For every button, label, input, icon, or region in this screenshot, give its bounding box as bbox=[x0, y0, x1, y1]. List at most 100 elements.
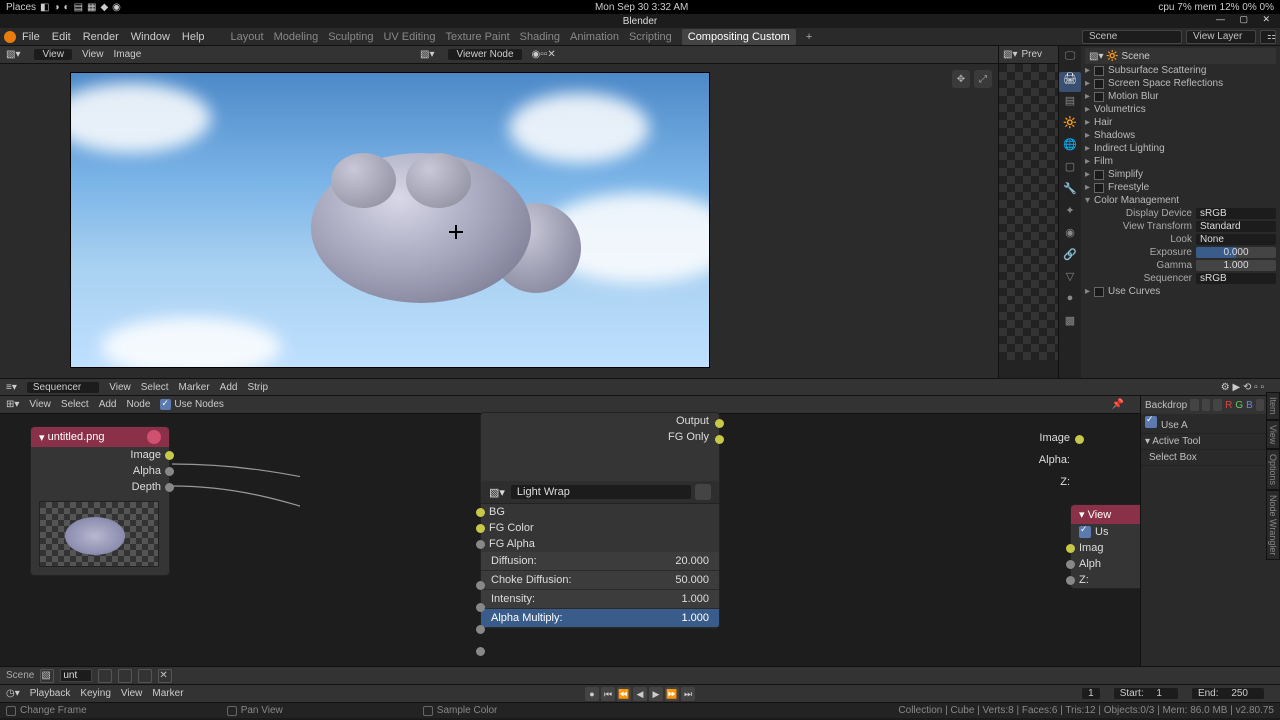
tab-physics-icon[interactable]: ◉ bbox=[1059, 226, 1081, 246]
tab-constraint-icon[interactable]: 🔗 bbox=[1059, 248, 1081, 268]
scene-shield-icon[interactable] bbox=[98, 669, 112, 683]
nc-view[interactable]: View bbox=[29, 399, 51, 410]
image-viewport[interactable]: ✥ ⤢ bbox=[0, 64, 998, 378]
scene-name-input[interactable] bbox=[60, 669, 92, 682]
seq-strip[interactable]: Strip bbox=[247, 382, 268, 393]
node-editor[interactable]: ⊞▾ View Select Add Node Use Nodes 📌 ▾ un… bbox=[0, 396, 1140, 666]
node-sidebar-tabs[interactable]: Item View Options Node Wrangler bbox=[1266, 392, 1280, 560]
prop-freestyle[interactable]: Freestyle bbox=[1108, 182, 1149, 193]
seq-marker[interactable]: Marker bbox=[179, 382, 210, 393]
gamma[interactable]: 1.000 bbox=[1196, 260, 1276, 271]
param-diffusion[interactable]: 20.000 bbox=[675, 555, 709, 567]
nc-add[interactable]: Add bbox=[99, 399, 117, 410]
tab-data-icon[interactable]: ▽ bbox=[1059, 270, 1081, 290]
prop-ssr[interactable]: Screen Space Reflections bbox=[1108, 78, 1223, 89]
tab-add-icon[interactable]: + bbox=[806, 31, 812, 43]
viewlayer-selector[interactable]: View Layer bbox=[1186, 30, 1256, 44]
tl-jump-end-icon[interactable]: ⏭ bbox=[681, 687, 695, 701]
mid-prev[interactable]: Prev bbox=[1021, 49, 1042, 60]
look[interactable]: None bbox=[1196, 234, 1276, 245]
tl-play-icon[interactable]: ▶ bbox=[649, 687, 663, 701]
tab-particle-icon[interactable]: ✦ bbox=[1059, 204, 1081, 224]
view-transform[interactable]: Standard bbox=[1196, 221, 1276, 232]
float-image[interactable]: Image bbox=[1039, 432, 1070, 444]
prop-color-mgmt[interactable]: Color Management bbox=[1094, 195, 1179, 206]
display-device[interactable]: sRGB bbox=[1196, 208, 1276, 219]
viewer-use-checkbox[interactable] bbox=[1079, 526, 1091, 538]
node-editor-icon[interactable]: ⊞▾ bbox=[6, 399, 19, 410]
image-fake-user-icon[interactable]: ◉▫▫✕ bbox=[532, 49, 556, 60]
lw-title[interactable]: Light Wrap bbox=[511, 485, 691, 499]
image-name[interactable]: Viewer Node bbox=[448, 49, 521, 60]
menu-file[interactable]: File bbox=[22, 31, 40, 43]
tl-prev-key-icon[interactable]: ⏪ bbox=[617, 687, 631, 701]
prop-simplify[interactable]: Simplify bbox=[1108, 169, 1143, 180]
vtab-nodewrangler[interactable]: Node Wrangler bbox=[1266, 490, 1280, 560]
prop-indirect[interactable]: Indirect Lighting bbox=[1094, 143, 1165, 154]
seq-view[interactable]: View bbox=[109, 382, 131, 393]
tab-modifier-icon[interactable]: 🔧 bbox=[1059, 182, 1081, 202]
param-choke[interactable]: 50.000 bbox=[675, 574, 709, 586]
tab-object-icon[interactable]: ▢ bbox=[1059, 160, 1081, 180]
scene-close-icon[interactable]: ✕ bbox=[158, 669, 172, 683]
sock-fg-only[interactable]: FG Only bbox=[668, 431, 709, 443]
window-controls[interactable]: — ▢ ✕ bbox=[1216, 14, 1276, 25]
tab-scene-icon[interactable]: 🔆 bbox=[1059, 116, 1081, 136]
sock-bg-in[interactable]: BG bbox=[489, 506, 505, 518]
tl-current-frame[interactable]: 1 bbox=[1082, 688, 1100, 699]
tab-material-icon[interactable]: ● bbox=[1059, 292, 1081, 312]
scene-datablock-icon[interactable]: ▧ bbox=[40, 669, 54, 683]
vtab-options[interactable]: Options bbox=[1266, 449, 1280, 490]
tab-uvediting[interactable]: UV Editing bbox=[383, 31, 435, 43]
props-scene-name[interactable]: Scene bbox=[1121, 51, 1149, 62]
tab-shading[interactable]: Shading bbox=[520, 31, 560, 43]
tl-marker[interactable]: Marker bbox=[152, 688, 183, 699]
nr-backdrop[interactable]: Backdrop bbox=[1145, 400, 1187, 411]
float-alpha[interactable]: Alpha: bbox=[1039, 454, 1070, 466]
tl-jump-start-icon[interactable]: ⏮ bbox=[601, 687, 615, 701]
prop-volumetrics[interactable]: Volumetrics bbox=[1094, 104, 1146, 115]
tl-view[interactable]: View bbox=[121, 688, 143, 699]
tab-viewlayer-icon[interactable]: ▤ bbox=[1059, 94, 1081, 114]
tl-end[interactable]: 250 bbox=[1231, 688, 1248, 699]
node-viewer[interactable]: ▾ View Us Imag Alph Z: bbox=[1070, 504, 1140, 589]
prop-sss[interactable]: Subsurface Scattering bbox=[1108, 65, 1206, 76]
node-image[interactable]: ▾ untitled.png Image Alpha Depth bbox=[30, 426, 170, 576]
float-z[interactable]: Z: bbox=[1060, 476, 1070, 488]
viewer-image-in[interactable]: Imag bbox=[1079, 542, 1103, 554]
menu-window[interactable]: Window bbox=[131, 31, 170, 43]
sock-depth-out[interactable]: Depth bbox=[132, 481, 161, 493]
vp-menu-image[interactable]: Image bbox=[113, 49, 141, 60]
places-menu[interactable]: Places bbox=[6, 2, 36, 13]
nr-select-box[interactable]: Select Box bbox=[1149, 452, 1197, 463]
props-header-icon[interactable]: ▧▾ 🔆 bbox=[1089, 51, 1119, 62]
seq-select[interactable]: Select bbox=[141, 382, 169, 393]
filter-icon[interactable]: ⚏ bbox=[1260, 30, 1276, 44]
exposure[interactable]: 0.000 bbox=[1196, 247, 1276, 258]
lw-shield-icon[interactable] bbox=[695, 484, 711, 500]
scene-selector[interactable]: Scene bbox=[1082, 30, 1182, 44]
prop-shadows[interactable]: Shadows bbox=[1094, 130, 1135, 141]
lw-preset-icon[interactable]: ▧▾ bbox=[489, 486, 505, 499]
tl-playback[interactable]: Playback bbox=[30, 688, 71, 699]
tab-world-icon[interactable]: 🌐 bbox=[1059, 138, 1081, 158]
tl-start[interactable]: 1 bbox=[1156, 688, 1162, 699]
sock-alpha-out[interactable]: Alpha bbox=[133, 465, 161, 477]
prop-film[interactable]: Film bbox=[1094, 156, 1113, 167]
vtab-view[interactable]: View bbox=[1266, 420, 1280, 449]
tab-modeling[interactable]: Modeling bbox=[274, 31, 319, 43]
viewer-alpha-in[interactable]: Alph bbox=[1079, 558, 1101, 570]
nc-node[interactable]: Node bbox=[127, 399, 151, 410]
zoom-icon[interactable]: ⤢ bbox=[974, 70, 992, 88]
mid-editor-icon[interactable]: ▧▾ bbox=[1003, 49, 1017, 60]
tab-compositing-custom[interactable]: Compositing Custom bbox=[682, 29, 796, 45]
tab-scripting[interactable]: Scripting bbox=[629, 31, 672, 43]
sock-image-out[interactable]: Image bbox=[130, 449, 161, 461]
menu-help[interactable]: Help bbox=[182, 31, 205, 43]
menu-render[interactable]: Render bbox=[83, 31, 119, 43]
vp-menu-view[interactable]: View bbox=[82, 49, 104, 60]
tl-play-rev-icon[interactable]: ◀ bbox=[633, 687, 647, 701]
image-mode[interactable]: View bbox=[34, 49, 72, 60]
menu-edit[interactable]: Edit bbox=[52, 31, 71, 43]
sequencer-cs[interactable]: sRGB bbox=[1196, 273, 1276, 284]
